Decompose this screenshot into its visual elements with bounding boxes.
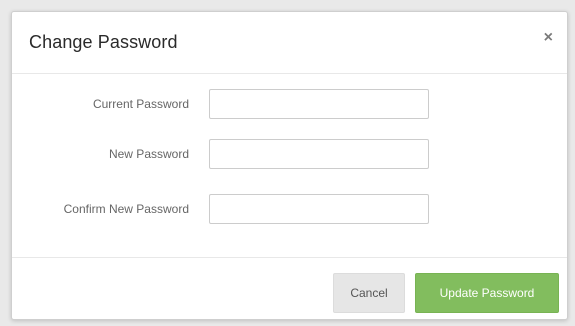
cancel-button[interactable]: Cancel [333, 273, 405, 313]
dialog-footer: Cancel Update Password [12, 257, 567, 321]
dialog-header: Change Password × [12, 12, 567, 74]
confirm-password-row: Confirm New Password [12, 194, 567, 224]
confirm-password-label: Confirm New Password [63, 202, 189, 216]
new-password-row: New Password [12, 139, 567, 169]
close-icon[interactable]: × [544, 30, 553, 46]
current-password-row: Current Password [12, 89, 567, 119]
current-password-field[interactable] [209, 89, 429, 119]
update-password-button[interactable]: Update Password [415, 273, 559, 313]
change-password-dialog: Change Password × Current Password New P… [11, 11, 568, 320]
dialog-title: Change Password [29, 32, 178, 52]
confirm-password-field[interactable] [209, 194, 429, 224]
new-password-label: New Password [108, 147, 189, 161]
new-password-field[interactable] [209, 139, 429, 169]
current-password-label: Current Password [92, 97, 189, 111]
